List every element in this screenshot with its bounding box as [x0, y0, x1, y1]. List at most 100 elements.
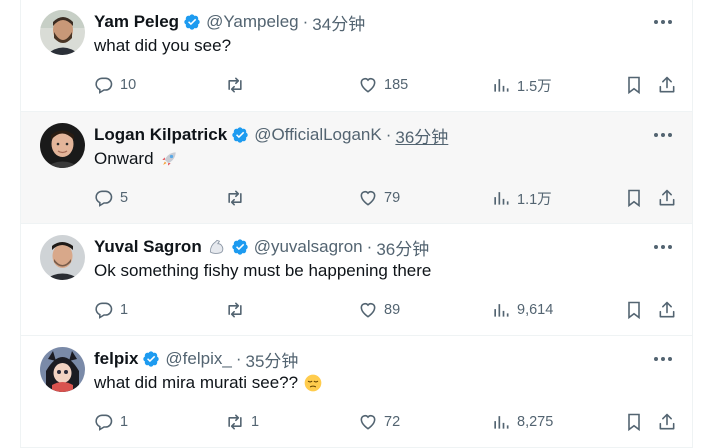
timeline-feed: Yam Peleg @Yampeleg · 34分钟 what did you …	[0, 0, 704, 448]
tweet-timestamp[interactable]: 36分钟	[376, 235, 429, 260]
tweet-card[interactable]: felpix @felpix_ · 35分钟 what did mira mur…	[20, 336, 693, 448]
reply-count: 1	[120, 302, 129, 318]
more-options-icon[interactable]	[651, 12, 675, 32]
reply-icon	[95, 302, 113, 319]
separator-dot: ·	[366, 237, 373, 256]
heart-icon	[360, 190, 376, 206]
author-name[interactable]: felpix	[94, 349, 138, 369]
reply-icon	[95, 414, 113, 431]
reply-count: 10	[120, 77, 137, 93]
retweet-icon	[228, 302, 242, 318]
retweet-button[interactable]	[225, 298, 251, 322]
share-icon	[659, 189, 675, 206]
tweet-card[interactable]: Logan Kilpatrick @OfficialLoganK · 36分钟 …	[20, 112, 693, 224]
bookmark-icon	[628, 413, 640, 432]
heart-icon	[360, 77, 376, 93]
retweet-button[interactable]	[225, 186, 251, 210]
reply-button[interactable]: 1	[94, 410, 128, 434]
views-button[interactable]: 9,614	[491, 298, 553, 322]
tweet-text: Onward	[94, 149, 179, 169]
share-button[interactable]	[657, 298, 677, 322]
tweet-timestamp[interactable]: 34分钟	[312, 10, 365, 35]
bookmark-button[interactable]	[624, 410, 644, 434]
tweet-header: Logan Kilpatrick @OfficialLoganK · 36分钟	[94, 123, 448, 147]
author-name[interactable]: Yam Peleg	[94, 12, 179, 32]
verified-badge-icon	[232, 127, 248, 143]
author-handle[interactable]: @felpix_	[165, 349, 231, 369]
like-count: 79	[384, 190, 401, 206]
share-button[interactable]	[657, 186, 677, 210]
like-count: 185	[384, 77, 409, 93]
verified-badge-icon	[184, 14, 200, 30]
tweet-actions: 1 1 72 8,275	[94, 410, 676, 434]
tweet-text-content: what did mira murati see??	[94, 373, 299, 392]
more-options-icon[interactable]	[651, 237, 675, 257]
flexed-biceps-icon	[209, 239, 223, 254]
reply-button[interactable]: 5	[94, 186, 128, 210]
tweet-header: Yam Peleg @Yampeleg · 34分钟	[94, 10, 365, 34]
share-icon	[659, 413, 675, 430]
retweet-icon	[228, 77, 242, 93]
views-button[interactable]: 1.1万	[491, 186, 552, 210]
author-name[interactable]: Yuval Sagron	[94, 237, 202, 257]
avatar[interactable]	[40, 10, 85, 55]
like-button[interactable]: 79	[358, 186, 400, 210]
avatar[interactable]	[40, 235, 85, 280]
tweet-card[interactable]: Yuval Sagron @yuvalsagron · 36分钟 Ok some…	[20, 224, 693, 336]
tweet-actions: 1 89 9,614	[94, 298, 676, 322]
author-name[interactable]: Logan Kilpatrick	[94, 125, 227, 145]
reply-icon	[95, 190, 113, 207]
like-button[interactable]: 185	[358, 73, 408, 97]
views-button[interactable]: 1.5万	[491, 73, 552, 97]
reply-button[interactable]: 1	[94, 298, 128, 322]
retweet-icon	[228, 414, 242, 430]
tweet-actions: 10 185 1.5万	[94, 73, 676, 97]
avatar[interactable]	[40, 347, 85, 392]
view-count: 1.1万	[517, 191, 552, 208]
bookmark-icon	[628, 189, 640, 208]
heart-icon	[360, 302, 376, 318]
reply-icon	[95, 77, 113, 94]
tweet-timestamp[interactable]: 36分钟	[395, 123, 448, 148]
like-count: 89	[384, 302, 401, 318]
like-button[interactable]: 89	[358, 298, 400, 322]
like-button[interactable]: 72	[358, 410, 400, 434]
author-handle[interactable]: @yuvalsagron	[254, 237, 363, 257]
share-button[interactable]	[657, 73, 677, 97]
bookmark-button[interactable]	[624, 73, 644, 97]
bar-chart-icon	[494, 192, 509, 205]
rocket-icon	[161, 152, 176, 166]
reply-count: 1	[120, 414, 129, 430]
verified-badge-icon	[232, 239, 248, 255]
tweet-text-content: Onward	[94, 149, 154, 168]
view-count: 9,614	[517, 302, 554, 318]
bookmark-button[interactable]	[624, 298, 644, 322]
retweet-icon	[228, 190, 242, 206]
more-options-icon[interactable]	[651, 349, 675, 369]
like-count: 72	[384, 414, 401, 430]
tweet-header: Yuval Sagron @yuvalsagron · 36分钟	[94, 235, 429, 259]
bookmark-button[interactable]	[624, 186, 644, 210]
heart-icon	[360, 414, 376, 430]
retweet-button[interactable]	[225, 73, 251, 97]
views-button[interactable]: 8,275	[491, 410, 553, 434]
separator-dot: ·	[385, 125, 392, 144]
tweet-actions: 5 79 1.1万	[94, 186, 676, 210]
more-options-icon[interactable]	[651, 125, 675, 145]
view-count: 1.5万	[517, 78, 552, 95]
tweet-text-content: what did you see?	[94, 36, 232, 55]
tweet-text: what did you see?	[94, 36, 231, 56]
avatar[interactable]	[40, 123, 85, 168]
verified-badge-icon	[143, 351, 160, 367]
bar-chart-icon	[494, 304, 509, 317]
author-handle[interactable]: @Yampeleg	[206, 12, 299, 32]
tweet-card[interactable]: Yam Peleg @Yampeleg · 34分钟 what did you …	[20, 0, 693, 112]
tweet-timestamp[interactable]: 35分钟	[245, 347, 298, 372]
pensive-face-icon	[304, 374, 322, 392]
author-handle[interactable]: @OfficialLoganK	[254, 125, 382, 145]
share-button[interactable]	[657, 410, 677, 434]
reply-button[interactable]: 10	[94, 73, 136, 97]
reply-count: 5	[120, 190, 129, 206]
retweet-button[interactable]: 1	[225, 410, 259, 434]
tweet-text: Ok something fishy must be happening the…	[94, 261, 431, 281]
